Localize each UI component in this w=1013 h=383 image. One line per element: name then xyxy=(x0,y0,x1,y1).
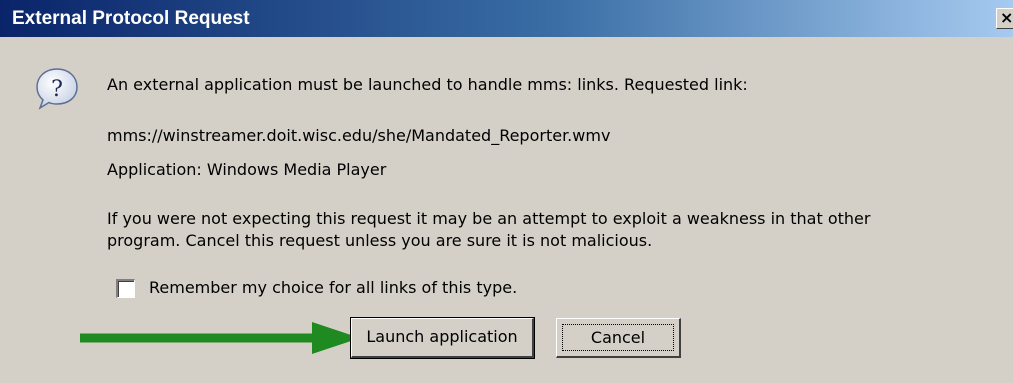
close-button[interactable]: × xyxy=(996,8,1013,29)
question-icon: ? xyxy=(36,68,78,110)
svg-text:?: ? xyxy=(51,77,63,102)
close-icon: × xyxy=(1000,8,1013,27)
green-arrow-icon xyxy=(80,322,360,354)
cancel-button[interactable]: Cancel xyxy=(556,318,681,358)
dialog-message: An external application must be launched… xyxy=(107,75,748,94)
requested-link: mms://winstreamer.doit.wisc.edu/she/Mand… xyxy=(107,126,611,145)
remember-choice-checkbox[interactable] xyxy=(116,279,135,298)
warning-text-line-1: If you were not expecting this request i… xyxy=(107,209,871,228)
launch-application-button[interactable]: Launch application xyxy=(350,317,535,359)
remember-choice-label[interactable]: Remember my choice for all links of this… xyxy=(149,278,517,298)
cancel-button-label: Cancel xyxy=(562,324,674,351)
warning-text-line-2: program. Cancel this request unless you … xyxy=(107,231,653,250)
window-title: External Protocol Request xyxy=(12,8,250,29)
application-name: Application: Windows Media Player xyxy=(107,160,387,179)
title-bar[interactable]: External Protocol Request × xyxy=(0,0,1013,37)
external-protocol-dialog: External Protocol Request × ? An externa… xyxy=(0,0,1013,383)
